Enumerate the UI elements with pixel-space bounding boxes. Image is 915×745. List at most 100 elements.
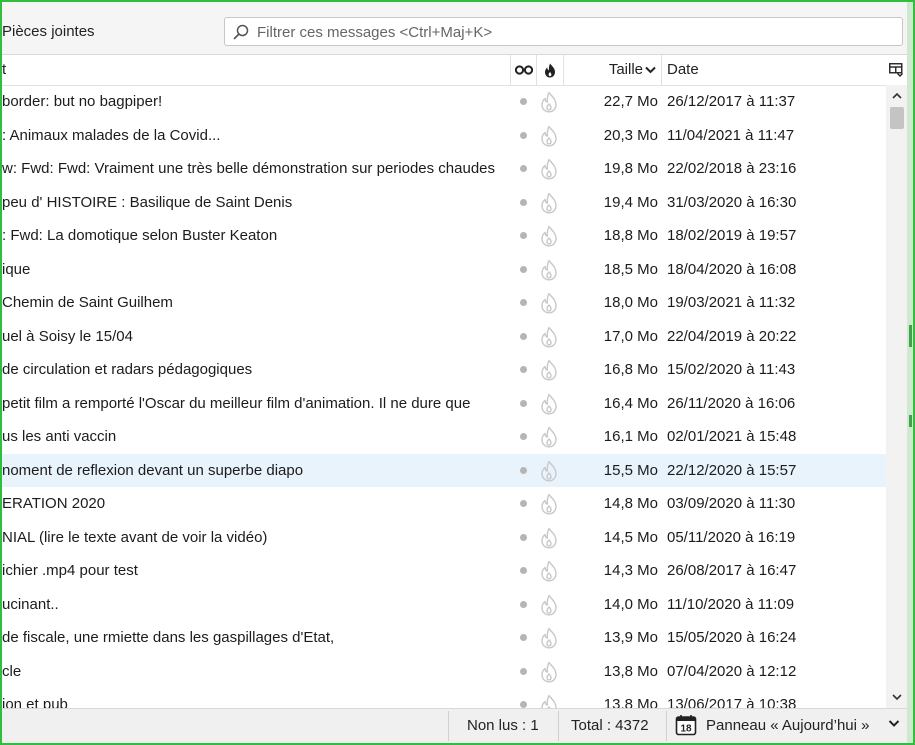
message-date: 31/03/2020 à 16:30	[667, 193, 797, 211]
message-size: 19,8 Mo	[603, 160, 658, 177]
flame-icon[interactable]	[540, 661, 558, 683]
read-status-dot[interactable]	[520, 165, 527, 172]
message-row[interactable]: petit film a remporté l'Oscar du meilleu…	[2, 387, 886, 421]
message-row[interactable]: de circulation et radars pédagogiques 16,…	[2, 353, 886, 387]
message-row[interactable]: uel à Soisy le 15/04 17,0 Mo 22/04/2019 à …	[2, 320, 886, 354]
message-row[interactable]: Chemin de Saint Guilhem 18,0 Mo 19/03/2021…	[2, 286, 886, 320]
flame-icon[interactable]	[540, 259, 558, 281]
read-status-dot[interactable]	[520, 567, 527, 574]
flame-icon[interactable]	[540, 292, 558, 314]
read-status-dot[interactable]	[520, 634, 527, 641]
read-status-dot[interactable]	[520, 466, 527, 474]
flame-icon[interactable]	[540, 493, 558, 515]
vertical-scrollbar[interactable]	[886, 85, 907, 708]
message-row[interactable]: border: but no bagpiper! 22,7 Mo 26/12/201…	[2, 85, 886, 119]
message-date: 26/08/2017 à 16:47	[667, 562, 797, 579]
flame-icon[interactable]	[540, 326, 558, 348]
message-row[interactable]: de fiscale, une rmiette dans les gaspill…	[2, 621, 886, 655]
flame-icon[interactable]	[540, 627, 558, 649]
message-size: 13,8 Mo	[603, 662, 658, 680]
message-subject: de circulation et radars pédagogiques	[2, 361, 253, 378]
today-pane-label: Panneau « Aujourd’hui »	[706, 717, 870, 734]
flame-icon[interactable]	[540, 192, 558, 214]
message-row[interactable]: ique 18,5 Mo 18/04/2020 à 16:08	[2, 253, 886, 287]
message-row[interactable]: : Fwd: La domotique selon Buster Keaton 1…	[2, 219, 886, 253]
read-status-dot[interactable]	[520, 332, 527, 340]
scroll-up-button[interactable]	[886, 87, 907, 105]
message-row[interactable]: cle 13,8 Mo 07/04/2020 à 12:12	[2, 655, 886, 689]
message-size: 14,8 Mo	[603, 495, 658, 512]
flame-icon[interactable]	[540, 527, 558, 549]
read-status-dot[interactable]	[520, 533, 527, 541]
message-row[interactable]: ion et pub 13,8 Mo 13/06/2017 à 10:38	[2, 688, 886, 708]
flame-icon[interactable]	[540, 393, 558, 415]
status-bar: Non lus : 1 Total : 4372 18 Panneau « Au…	[2, 708, 907, 744]
flame-icon	[545, 63, 555, 78]
chevron-down-icon	[891, 694, 902, 701]
read-status-dot[interactable]	[520, 198, 527, 206]
message-row[interactable]: us les anti vaccin 16,1 Mo 02/01/2021 à 15…	[2, 420, 886, 454]
read-status-dot[interactable]	[520, 265, 527, 273]
calendar-icon: 18	[675, 715, 697, 736]
read-status-dot[interactable]	[520, 366, 527, 373]
message-row[interactable]: ichier .mp4 pour test 14,3 Mo 26/08/2017 à…	[2, 554, 886, 588]
flame-icon[interactable]	[540, 560, 558, 582]
message-subject: peu d' HISTOIRE : Basilique de Saint Den…	[2, 193, 293, 211]
message-subject: ERATION 2020	[2, 495, 106, 512]
message-row[interactable]: w: Fwd: Fwd: Vraiment une très belle dém…	[2, 152, 886, 186]
column-picker-button[interactable]	[886, 55, 907, 85]
message-size: 13,9 Mo	[603, 629, 658, 646]
message-row[interactable]: ucinant.. 14,0 Mo 11/10/2020 à 11:09	[2, 588, 886, 622]
message-row[interactable]: NIAL (lire le texte avant de voir la vid…	[2, 521, 886, 555]
message-subject: border: but no bagpiper!	[2, 93, 163, 110]
column-header-date[interactable]: Date	[667, 55, 882, 85]
message-date: 19/03/2021 à 11:32	[667, 294, 796, 311]
flame-icon[interactable]	[540, 460, 558, 482]
read-status-dot[interactable]	[520, 600, 527, 608]
chevron-up-icon	[891, 92, 902, 99]
read-status-dot[interactable]	[520, 131, 527, 139]
flame-icon[interactable]	[540, 225, 558, 247]
read-status-dot[interactable]	[520, 701, 527, 708]
attachments-filter-button[interactable]: Pièces jointes	[2, 23, 95, 40]
column-header-read[interactable]	[512, 55, 537, 85]
message-size: 17,0 Mo	[603, 327, 658, 345]
read-status-dot[interactable]	[520, 399, 527, 407]
message-row[interactable]: noment de reflexion devant un superbe di…	[2, 453, 886, 487]
flame-icon[interactable]	[540, 694, 558, 708]
message-subject: : Fwd: La domotique selon Buster Keaton	[2, 227, 278, 244]
flame-icon[interactable]	[540, 125, 558, 147]
status-separator	[666, 711, 667, 741]
scroll-down-button[interactable]	[886, 688, 907, 706]
flame-icon[interactable]	[540, 359, 558, 381]
scrollbar-thumb[interactable]	[890, 107, 904, 129]
filter-messages-input[interactable]	[255, 21, 899, 44]
read-status-dot[interactable]	[520, 433, 527, 440]
message-date: 15/02/2020 à 11:43	[667, 361, 796, 378]
message-row[interactable]: ERATION 2020 14,8 Mo 03/09/2020 à 11:30	[2, 487, 886, 521]
column-header-size[interactable]: Taille	[564, 55, 662, 85]
message-list[interactable]: border: but no bagpiper! 22,7 Mo 26/12/201…	[2, 85, 886, 708]
message-subject: us les anti vaccin	[2, 428, 117, 445]
flame-icon[interactable]	[540, 158, 558, 180]
read-status-dot[interactable]	[520, 98, 527, 105]
filter-box[interactable]	[224, 17, 903, 46]
message-size: 18,5 Mo	[603, 260, 658, 278]
message-size: 14,0 Mo	[603, 595, 658, 613]
status-separator	[558, 711, 559, 741]
read-status-dot[interactable]	[520, 232, 527, 239]
message-size: 20,3 Mo	[603, 126, 658, 144]
column-header-subject[interactable]: t	[2, 55, 511, 85]
flame-icon[interactable]	[540, 594, 558, 616]
column-header-junk[interactable]	[537, 55, 564, 85]
flame-icon[interactable]	[540, 91, 558, 113]
read-status-dot[interactable]	[520, 667, 527, 675]
read-status-dot[interactable]	[520, 500, 527, 507]
message-subject: petit film a remporté l'Oscar du meilleu…	[2, 394, 471, 412]
read-status-dot[interactable]	[520, 299, 527, 306]
flame-icon[interactable]	[540, 426, 558, 448]
message-date: 26/12/2017 à 11:37	[667, 93, 796, 110]
message-row[interactable]: : Animaux malades de la Covid... 20,3 Mo 1…	[2, 119, 886, 153]
message-row[interactable]: peu d' HISTOIRE : Basilique de Saint Den…	[2, 186, 886, 220]
search-icon	[233, 24, 249, 40]
